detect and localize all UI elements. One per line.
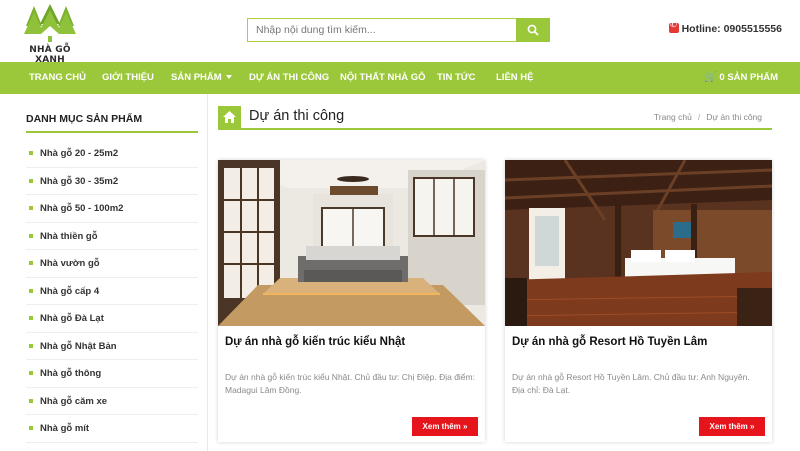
project-description: Dự án nhà gỗ kiến trúc kiểu Nhật. Chủ đầ…: [225, 372, 475, 395]
nav-item-about[interactable]: GIỚI THIỆU: [102, 62, 154, 94]
home-button[interactable]: [218, 106, 241, 128]
bullet-icon: [29, 398, 33, 403]
resort-bedroom-photo-icon: [505, 160, 772, 326]
nav-item-contact[interactable]: LIÊN HỆ: [496, 62, 533, 94]
search-bar: [247, 18, 550, 42]
bullet-icon: [29, 288, 33, 293]
category-label: Nhà thiền gỗ: [40, 230, 98, 242]
search-button[interactable]: [516, 18, 550, 42]
nav-item-interior[interactable]: NỘI THẤT NHÀ GỖ: [340, 62, 426, 94]
project-title[interactable]: Dự án nhà gỗ kiến trúc kiểu Nhật: [225, 336, 405, 348]
category-label: Nhà gỗ 50 - 100m2: [40, 203, 124, 214]
cart-count: 0 SẢN PHẨM: [719, 72, 778, 83]
category-item[interactable]: Nhà vườn gỗ: [26, 250, 198, 278]
nav-item-home[interactable]: TRANG CHỦ: [29, 62, 86, 94]
bullet-icon: [29, 371, 33, 375]
category-item[interactable]: Nhà gỗ Đà Lạt: [26, 305, 198, 333]
page-header: Dự án thi công Trang chủ / Dự án thi công: [218, 106, 772, 130]
category-item[interactable]: Nhà gỗ thông: [26, 360, 198, 388]
forest-house-logo-icon: [24, 4, 76, 42]
bullet-icon: [29, 151, 33, 155]
caret-down-icon: [225, 75, 232, 79]
category-item[interactable]: Nhà gỗ 20 - 25m2: [26, 140, 198, 168]
sidebar: DANH MỤC SẢN PHẨM Nhà gỗ 20 - 25m2 Nhà g…: [0, 94, 208, 451]
hotline[interactable]: Hotline: 0905515556: [668, 20, 782, 35]
category-list: Nhà gỗ 20 - 25m2 Nhà gỗ 30 - 35m2 Nhà gỗ…: [26, 140, 198, 443]
cart-icon: 🛒: [703, 72, 717, 83]
bullet-icon: [29, 233, 33, 238]
category-label: Nhà gỗ Nhật Bản: [40, 340, 117, 352]
breadcrumb: Trang chủ / Dự án thi công: [654, 112, 762, 122]
main-nav: TRANG CHỦ GIỚI THIỆU SẢN PHẨM DỰ ÁN THI …: [0, 62, 800, 94]
bullet-icon: [29, 343, 33, 348]
category-item[interactable]: Nhà gỗ Nhật Bản: [26, 333, 198, 360]
category-item[interactable]: Nhà gỗ mít: [26, 415, 198, 443]
sidebar-title: DANH MỤC SẢN PHẨM: [26, 113, 143, 125]
search-input[interactable]: [247, 18, 517, 42]
breadcrumb-separator: /: [697, 112, 701, 122]
category-label: Nhà gỗ 20 - 25m2: [40, 148, 119, 159]
category-item[interactable]: Nhà thiền gỗ: [26, 223, 198, 250]
project-description: Dự án nhà gỗ Resort Hồ Tuyền Lâm. Chủ đầ…: [512, 372, 750, 395]
nav-item-products[interactable]: SẢN PHẨM: [171, 62, 232, 94]
project-image[interactable]: [505, 160, 772, 326]
category-label: Nhà gỗ cấp 4: [40, 285, 100, 297]
nav-item-news[interactable]: TIN TỨC: [437, 62, 476, 94]
category-item[interactable]: Nhà gỗ 30 - 35m2: [26, 168, 198, 195]
bullet-icon: [29, 426, 33, 430]
bullet-icon: [29, 206, 33, 210]
bullet-icon: [29, 261, 33, 265]
bullet-icon: [29, 316, 33, 320]
project-card: Dự án nhà gỗ Resort Hồ Tuyền Lâm Dự án n…: [505, 160, 772, 442]
hotline-text: Hotline: 0905515556: [681, 23, 782, 35]
page-title: Dự án thi công: [249, 108, 345, 124]
category-label: Nhà gỗ mít: [40, 423, 90, 434]
category-label: Nhà gỗ căm xe: [40, 395, 108, 407]
site-header: NHÀ GỖ XANH Hotline: 0905515556: [0, 0, 800, 65]
project-card: Dự án nhà gỗ kiến trúc kiểu Nhật Dự án n…: [218, 160, 485, 442]
cart-link[interactable]: 🛒 0 SẢN PHẨM: [704, 62, 778, 94]
site-logo[interactable]: NHÀ GỖ XANH: [14, 4, 86, 65]
category-label: Nhà vườn gỗ: [40, 258, 100, 269]
category-item[interactable]: Nhà gỗ căm xe: [26, 388, 198, 415]
sidebar-title-underline: [26, 131, 198, 133]
category-item[interactable]: Nhà gỗ 50 - 100m2: [26, 195, 198, 223]
category-label: Nhà gỗ 30 - 35m2: [40, 175, 119, 187]
search-icon: [527, 24, 539, 36]
breadcrumb-home-link[interactable]: Trang chủ: [654, 112, 692, 122]
phone-icon: [668, 20, 679, 33]
nav-item-projects[interactable]: DỰ ÁN THI CÔNG: [249, 62, 329, 94]
project-title[interactable]: Dự án nhà gỗ Resort Hồ Tuyền Lâm: [512, 336, 707, 348]
breadcrumb-current: Dự án thi công: [706, 112, 762, 122]
category-item[interactable]: Nhà gỗ cấp 4: [26, 278, 198, 305]
home-icon: [223, 111, 236, 123]
read-more-button[interactable]: Xem thêm »: [699, 417, 765, 436]
nav-item-products-label: SẢN PHẨM: [171, 72, 222, 83]
japanese-bedroom-photo-icon: [218, 160, 485, 326]
project-image[interactable]: [218, 160, 485, 326]
category-label: Nhà gỗ thông: [40, 368, 102, 379]
bullet-icon: [29, 178, 33, 183]
read-more-button[interactable]: Xem thêm »: [412, 417, 478, 436]
category-label: Nhà gỗ Đà Lạt: [40, 313, 104, 324]
